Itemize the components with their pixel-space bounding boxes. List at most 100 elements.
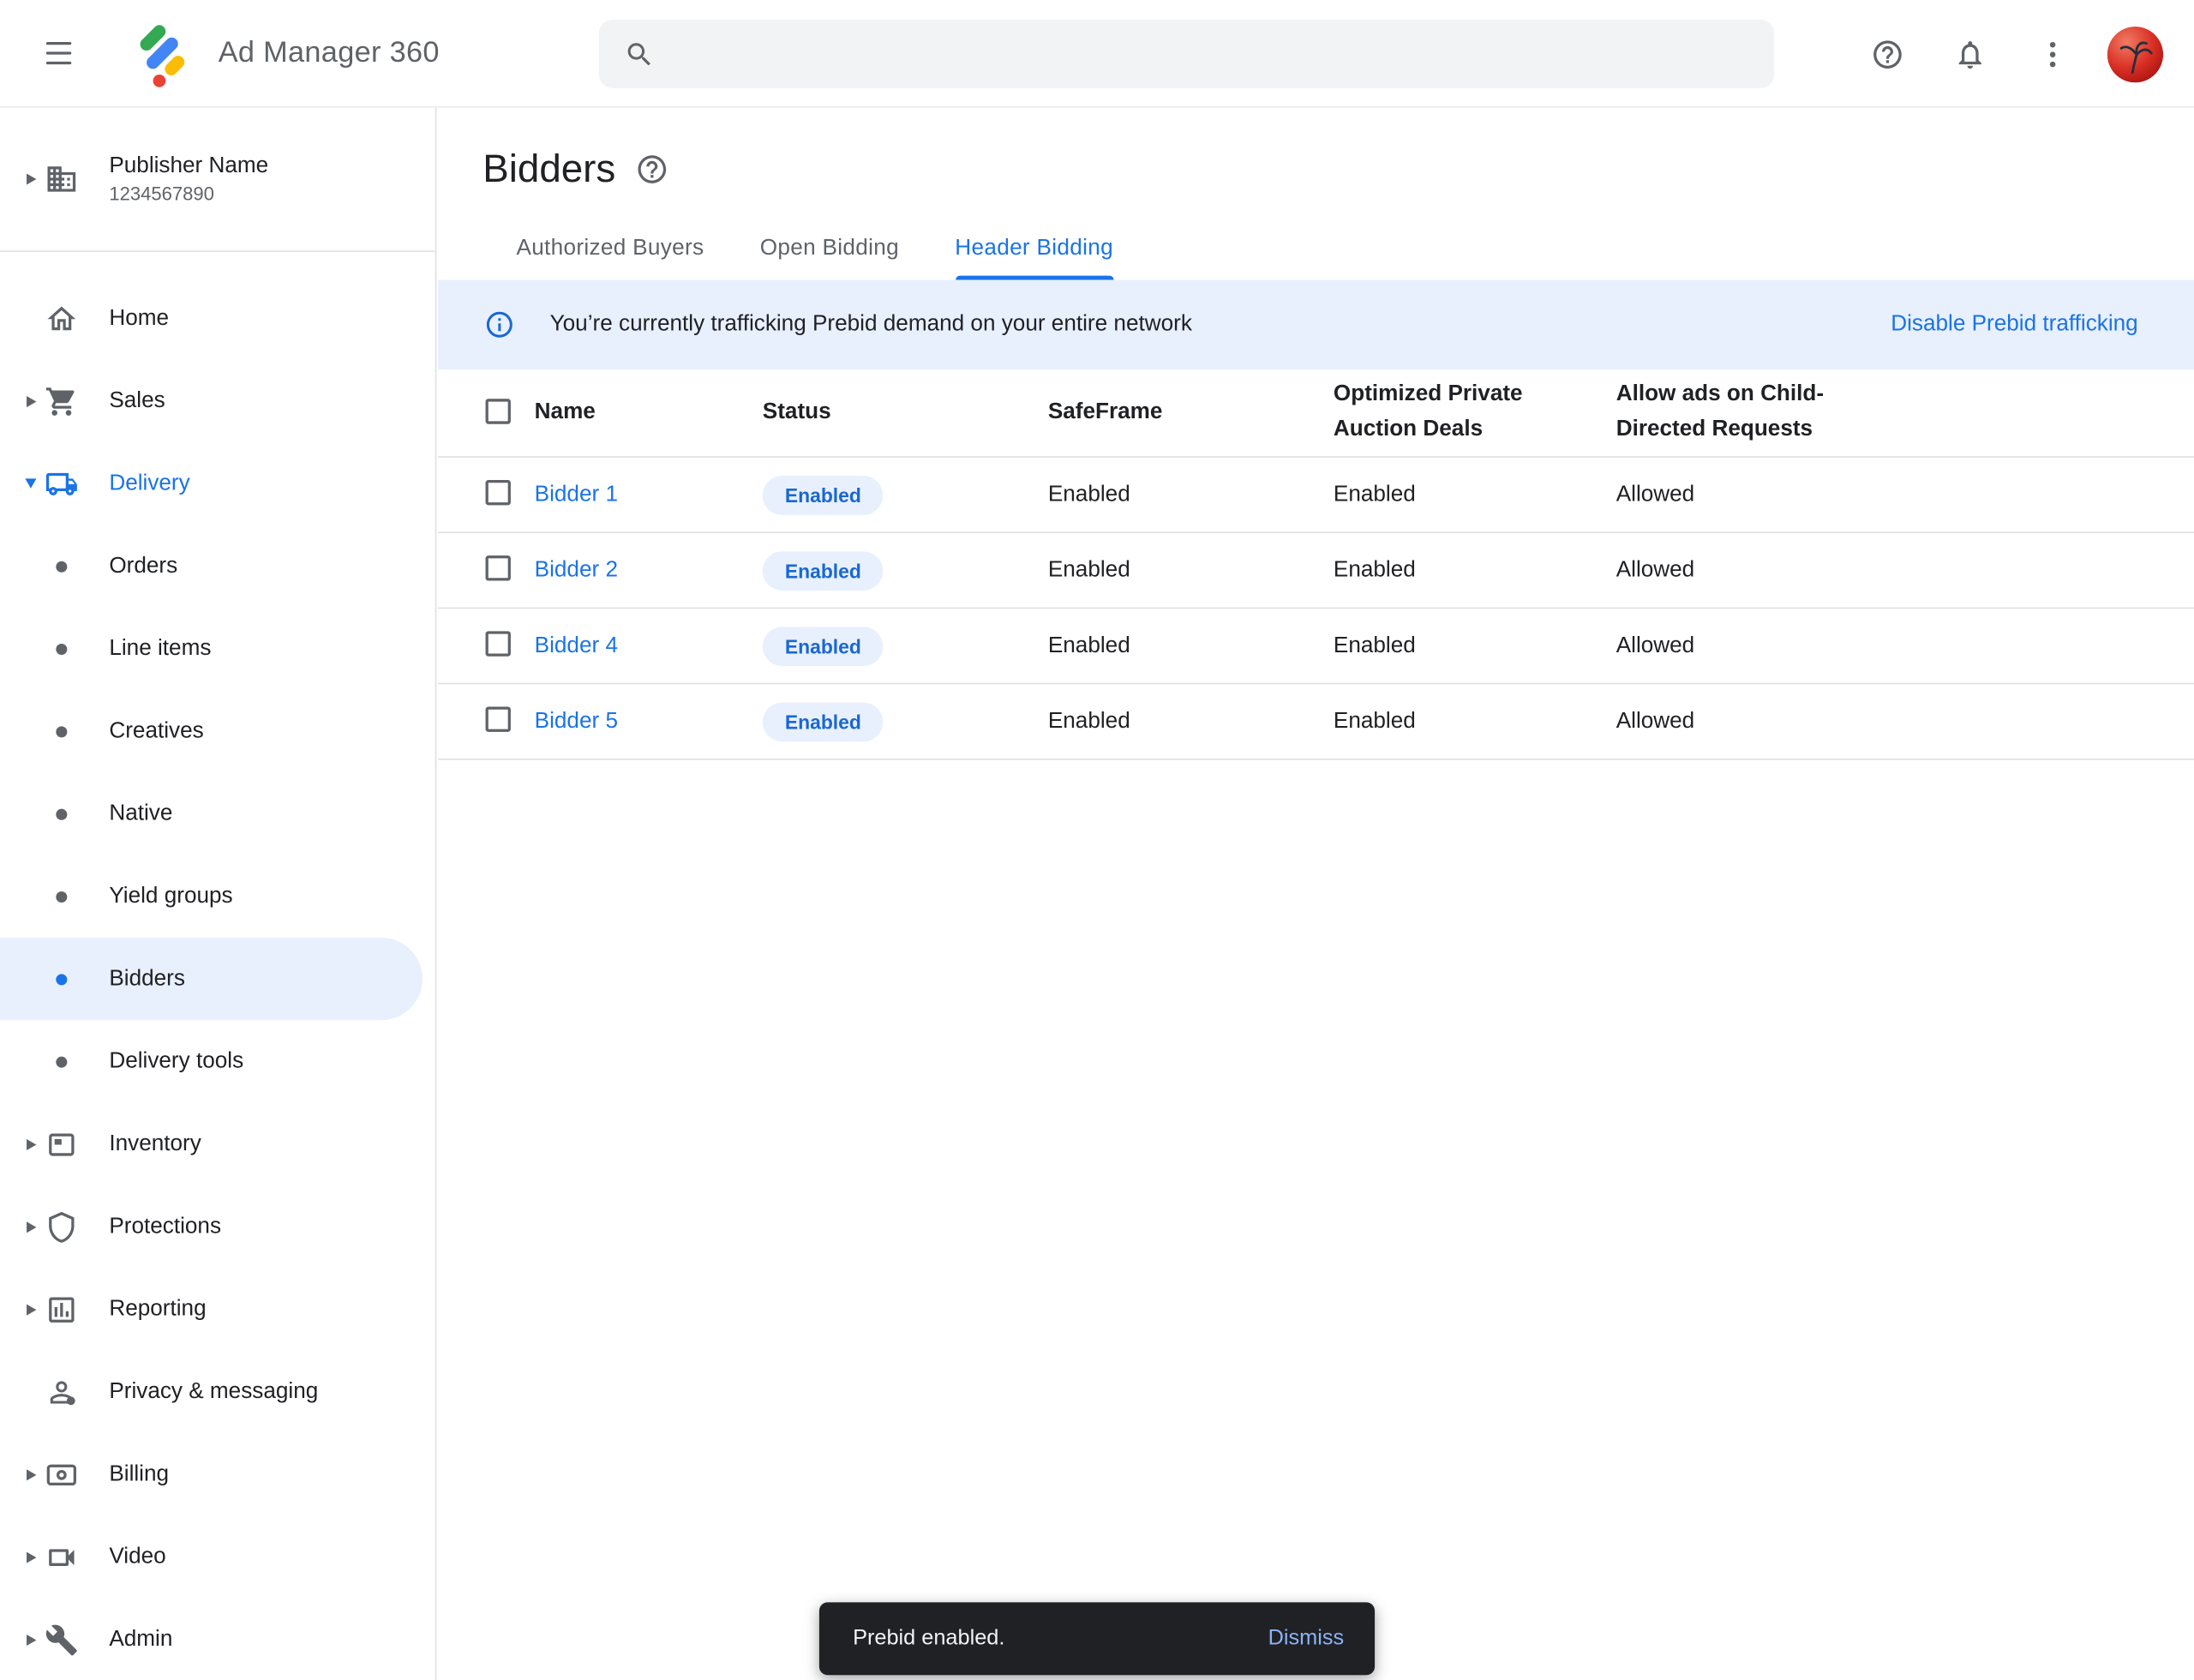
- column-header-private-auction: Optimized Private Auction Deals: [1334, 378, 1546, 447]
- truck-icon: [45, 466, 78, 500]
- disable-prebid-trafficking-link[interactable]: Disable Prebid trafficking: [1891, 312, 2137, 337]
- child-directed-value: Allowed: [1616, 558, 2194, 583]
- child-directed-value: Allowed: [1616, 709, 2194, 734]
- bullet-icon: [56, 1056, 67, 1067]
- tab-bar: Authorized Buyers Open Bidding Header Bi…: [489, 217, 2194, 279]
- child-directed-value: Allowed: [1616, 482, 2194, 507]
- notifications-bell-icon[interactable]: [1942, 26, 1998, 81]
- home-icon: [45, 302, 78, 335]
- main-content: Bidders Authorized Buyers Open Bidding H…: [438, 108, 2194, 1680]
- chevron-right-icon: [26, 1221, 35, 1232]
- bidder-link[interactable]: Bidder 4: [535, 633, 618, 657]
- row-checkbox[interactable]: [486, 555, 511, 580]
- sidebar-nav: Home Sales Delivery Orders: [0, 252, 435, 1680]
- sidebar-item-orders[interactable]: Orders: [0, 525, 435, 607]
- account-avatar[interactable]: [2107, 26, 2163, 81]
- top-bar: Ad Manager 360: [0, 0, 2194, 108]
- sidebar-item-line-items[interactable]: Line items: [0, 608, 435, 690]
- sidebar-item-delivery[interactable]: Delivery: [0, 442, 435, 525]
- chevron-right-icon: [26, 1634, 35, 1645]
- tab-authorized-buyers[interactable]: Authorized Buyers: [489, 217, 732, 279]
- row-checkbox[interactable]: [486, 706, 511, 731]
- sidebar-item-video[interactable]: Video: [0, 1515, 435, 1598]
- sidebar-item-home[interactable]: Home: [0, 277, 435, 359]
- sidebar-item-creatives[interactable]: Creatives: [0, 690, 435, 772]
- bar-chart-icon: [45, 1293, 78, 1326]
- help-icon[interactable]: [1860, 26, 1915, 81]
- status-badge: Enabled: [763, 475, 884, 514]
- more-options-icon[interactable]: [2024, 26, 2080, 81]
- sidebar-item-bidders[interactable]: Bidders: [0, 938, 423, 1020]
- page-help-icon[interactable]: [635, 153, 668, 186]
- payment-card-icon: [45, 1457, 78, 1491]
- snackbar-toast: Prebid enabled. Dismiss: [819, 1602, 1375, 1675]
- chevron-down-icon: [25, 478, 36, 488]
- search-input[interactable]: [674, 41, 1752, 66]
- private-auction-value: Enabled: [1334, 633, 1616, 658]
- banner-message: You’re currently trafficking Prebid dema…: [550, 312, 1192, 337]
- cart-icon: [45, 384, 78, 417]
- safeframe-value: Enabled: [1048, 558, 1334, 583]
- sidebar-item-protections[interactable]: Protections: [0, 1185, 435, 1268]
- chevron-right-icon: [26, 1551, 35, 1563]
- topbar-actions: [1860, 0, 2194, 108]
- prebid-info-banner: You’re currently trafficking Prebid dema…: [438, 280, 2194, 369]
- bidder-link[interactable]: Bidder 2: [535, 558, 618, 582]
- chevron-right-icon: [26, 1468, 35, 1479]
- bullet-icon: [56, 891, 67, 902]
- sidebar-item-reporting[interactable]: Reporting: [0, 1268, 435, 1350]
- bullet-icon: [56, 808, 67, 819]
- wrench-icon: [45, 1623, 78, 1656]
- info-icon: [484, 309, 515, 340]
- column-header-status: Status: [763, 400, 1048, 425]
- private-auction-value: Enabled: [1334, 482, 1616, 507]
- status-badge: Enabled: [763, 627, 884, 666]
- chevron-right-icon: [26, 173, 35, 184]
- ad-manager-app: Ad Manager 360: [0, 0, 2194, 1680]
- status-badge: Enabled: [763, 702, 884, 741]
- dismiss-button[interactable]: Dismiss: [1245, 1612, 1366, 1665]
- bullet-icon: [56, 726, 67, 737]
- chevron-right-icon: [26, 1138, 35, 1149]
- table-header-row: Name Status SafeFrame Optimized Private …: [438, 369, 2194, 458]
- select-all-checkbox[interactable]: [486, 398, 511, 423]
- bidder-link[interactable]: Bidder 5: [535, 709, 618, 733]
- safeframe-value: Enabled: [1048, 709, 1334, 734]
- bidders-table: Name Status SafeFrame Optimized Private …: [438, 369, 2194, 760]
- safeframe-value: Enabled: [1048, 482, 1334, 507]
- table-row: Bidder 4 Enabled Enabled Enabled Allowed: [438, 609, 2194, 684]
- hamburger-menu-icon[interactable]: [25, 20, 92, 87]
- bullet-icon: [56, 561, 67, 572]
- tab-open-bidding[interactable]: Open Bidding: [732, 217, 927, 279]
- child-directed-value: Allowed: [1616, 633, 2194, 658]
- row-checkbox[interactable]: [486, 480, 511, 505]
- bullet-icon: [56, 974, 67, 985]
- sidebar-item-privacy-messaging[interactable]: Privacy & messaging: [0, 1351, 435, 1433]
- sidebar-item-delivery-tools[interactable]: Delivery tools: [0, 1020, 435, 1102]
- column-header-child-directed: Allow ads on Child-Directed Requests: [1616, 378, 1857, 447]
- bidder-link[interactable]: Bidder 1: [535, 482, 618, 506]
- building-icon: [45, 162, 78, 195]
- sidebar-item-billing[interactable]: Billing: [0, 1433, 435, 1515]
- publisher-name: Publisher Name: [109, 154, 268, 179]
- search-bar[interactable]: [599, 20, 1774, 88]
- table-row: Bidder 1 Enabled Enabled Enabled Allowed: [438, 458, 2194, 533]
- sidebar-item-yield-groups[interactable]: Yield groups: [0, 855, 435, 938]
- chevron-right-icon: [26, 395, 35, 406]
- column-header-safeframe: SafeFrame: [1048, 400, 1334, 425]
- publisher-selector[interactable]: Publisher Name 1234567890: [0, 108, 435, 252]
- toast-message: Prebid enabled.: [853, 1626, 1245, 1651]
- row-checkbox[interactable]: [486, 631, 511, 656]
- sidebar-item-sales[interactable]: Sales: [0, 360, 435, 442]
- tab-header-bidding[interactable]: Header Bidding: [927, 217, 1142, 279]
- table-row: Bidder 2 Enabled Enabled Enabled Allowed: [438, 533, 2194, 609]
- sidebar-item-native[interactable]: Native: [0, 772, 435, 855]
- sidebar-item-inventory[interactable]: Inventory: [0, 1103, 435, 1185]
- column-header-name: Name: [535, 400, 763, 425]
- table-row: Bidder 5 Enabled Enabled Enabled Allowed: [438, 684, 2194, 759]
- person-icon: [45, 1375, 78, 1408]
- sidebar-item-admin[interactable]: Admin: [0, 1598, 435, 1680]
- window-icon: [45, 1127, 78, 1161]
- status-badge: Enabled: [763, 550, 884, 590]
- private-auction-value: Enabled: [1334, 709, 1616, 734]
